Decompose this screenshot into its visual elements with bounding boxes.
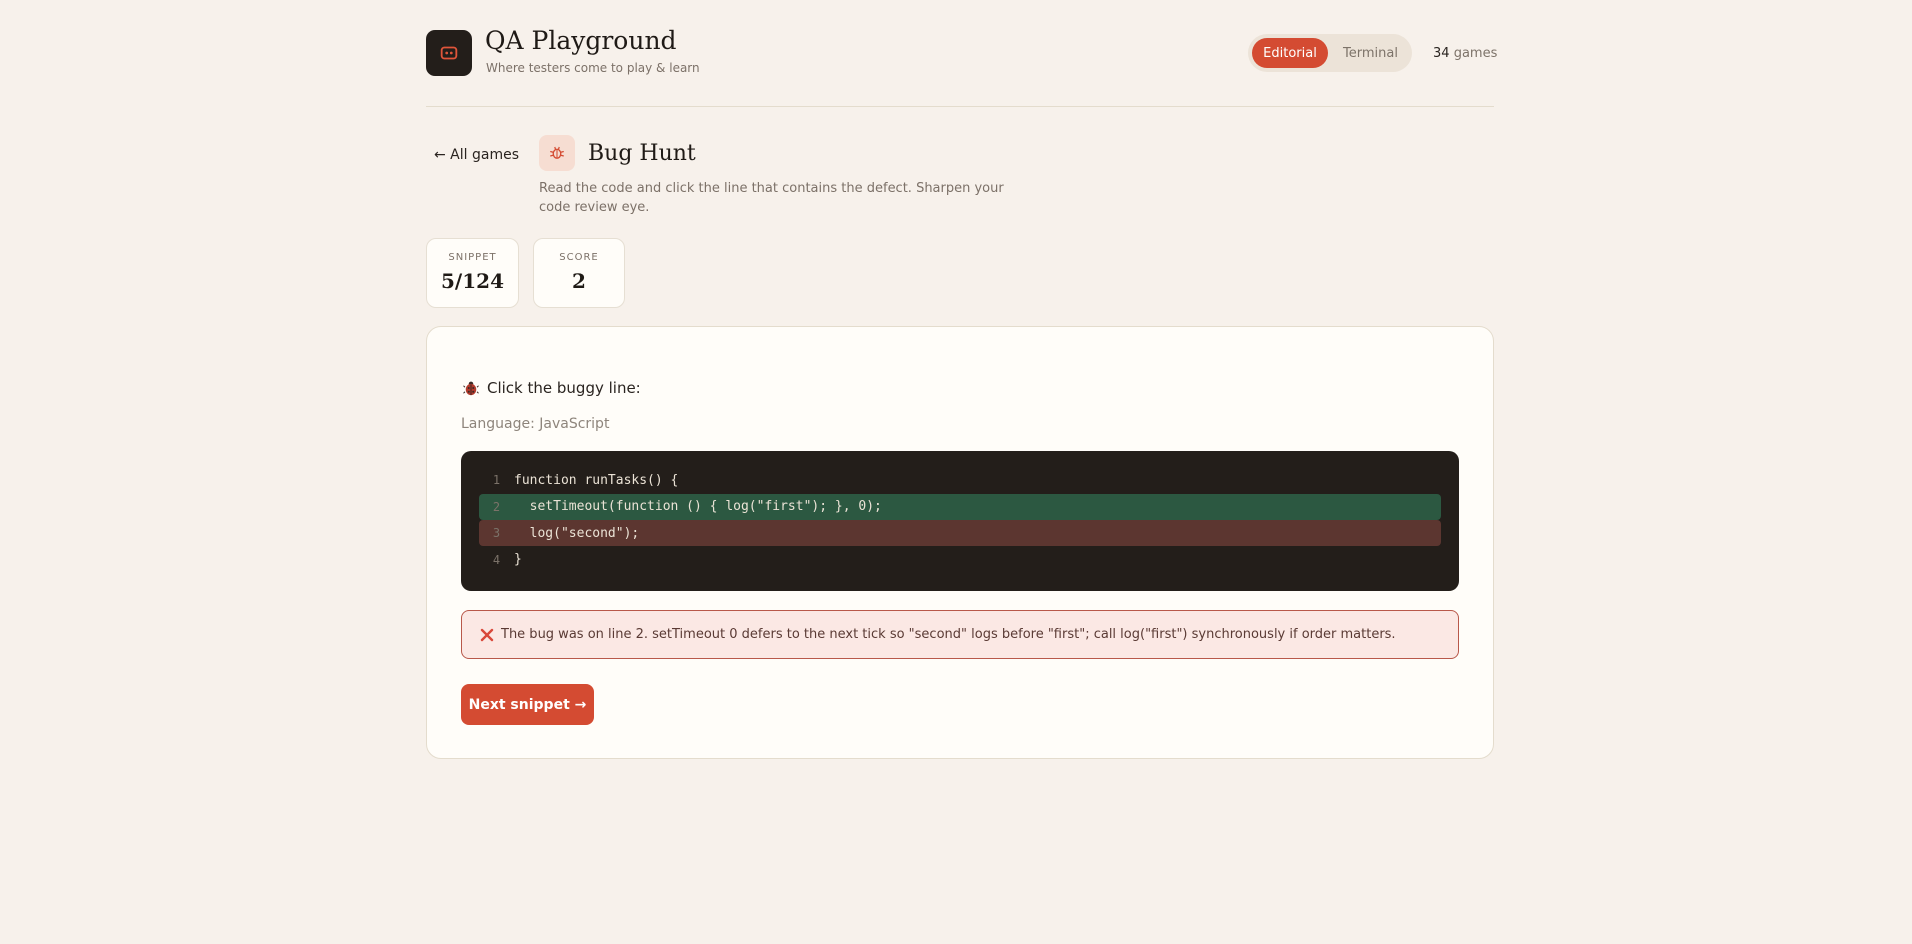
line-text: function runTasks() { <box>514 472 679 488</box>
games-count: 34 games <box>1433 46 1497 61</box>
ladybug-icon <box>463 381 479 396</box>
games-count-number: 34 <box>1433 46 1450 61</box>
app-subtitle: Where testers come to play & learn <box>486 61 700 75</box>
line-text: } <box>514 552 522 567</box>
games-count-label: games <box>1453 46 1498 61</box>
line-text: setTimeout(function () { log("first"); }… <box>514 499 882 514</box>
game-description: Read the code and click the line that co… <box>539 181 1004 215</box>
bug-icon <box>550 146 564 159</box>
line-text: log("second"); <box>514 525 640 541</box>
app-logo <box>426 30 472 76</box>
challenge-prompt: Click the buggy line: <box>462 379 641 397</box>
line-number: 2 <box>492 499 501 514</box>
app-title: QA Playground <box>485 26 677 55</box>
back-to-all-games-link[interactable]: ← All games <box>434 147 519 163</box>
game-icon-badge <box>539 135 575 171</box>
code-line[interactable]: 4 } <box>479 547 1441 573</box>
stat-value: 5/124 <box>441 269 504 293</box>
challenge-prompt-text: Click the buggy line: <box>487 379 641 397</box>
line-number: 1 <box>492 473 501 487</box>
game-title: Bug Hunt <box>588 141 696 166</box>
feedback-text: The bug was on line 2. setTimeout 0 defe… <box>501 627 1396 642</box>
stat-value: 2 <box>572 269 586 293</box>
language-label: Language: JavaScript <box>461 416 610 432</box>
code-line-wrong[interactable]: 3 log("second"); <box>479 520 1441 546</box>
stat-label: SNIPPET <box>448 252 497 263</box>
robot-icon <box>440 46 458 60</box>
mode-editorial-button[interactable]: Editorial <box>1252 38 1328 68</box>
app-header: QA Playground Where testers come to play… <box>426 0 1497 107</box>
line-number: 4 <box>492 552 501 567</box>
mode-toggle: Editorial Terminal <box>1248 34 1412 72</box>
line-number: 3 <box>492 526 501 540</box>
code-line[interactable]: 1 function runTasks() { <box>479 467 1441 493</box>
stat-card-score: SCORE 2 <box>533 238 625 308</box>
cross-icon <box>480 628 494 641</box>
challenge-panel: Click the buggy line: Language: JavaScri… <box>426 326 1494 759</box>
code-block: 1 function runTasks() { 2 setTimeout(fun… <box>461 451 1459 591</box>
feedback-message: The bug was on line 2. setTimeout 0 defe… <box>461 610 1459 659</box>
stat-card-snippet: SNIPPET 5/124 <box>426 238 519 308</box>
code-line-correct[interactable]: 2 setTimeout(function () { log("first");… <box>479 493 1441 520</box>
next-snippet-button[interactable]: Next snippet → <box>461 684 594 725</box>
page: QA Playground Where testers come to play… <box>426 0 1497 759</box>
stat-label: SCORE <box>559 252 599 263</box>
mode-terminal-button[interactable]: Terminal <box>1330 38 1411 68</box>
